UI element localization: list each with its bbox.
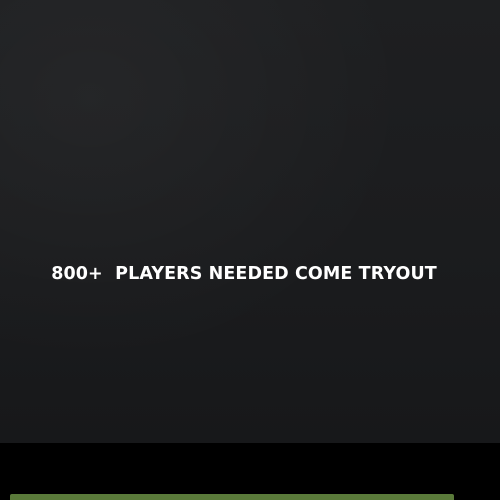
hero-banner: 800+ PLAYERS NEEDED COME TRYOUT <box>0 0 500 443</box>
hero-headline: 800+ PLAYERS NEEDED COME TRYOUT <box>51 264 437 284</box>
footer-accent-strip <box>10 494 454 500</box>
app-screen: 800+ PLAYERS NEEDED COME TRYOUT <box>0 0 500 500</box>
footer-bar <box>0 443 500 500</box>
